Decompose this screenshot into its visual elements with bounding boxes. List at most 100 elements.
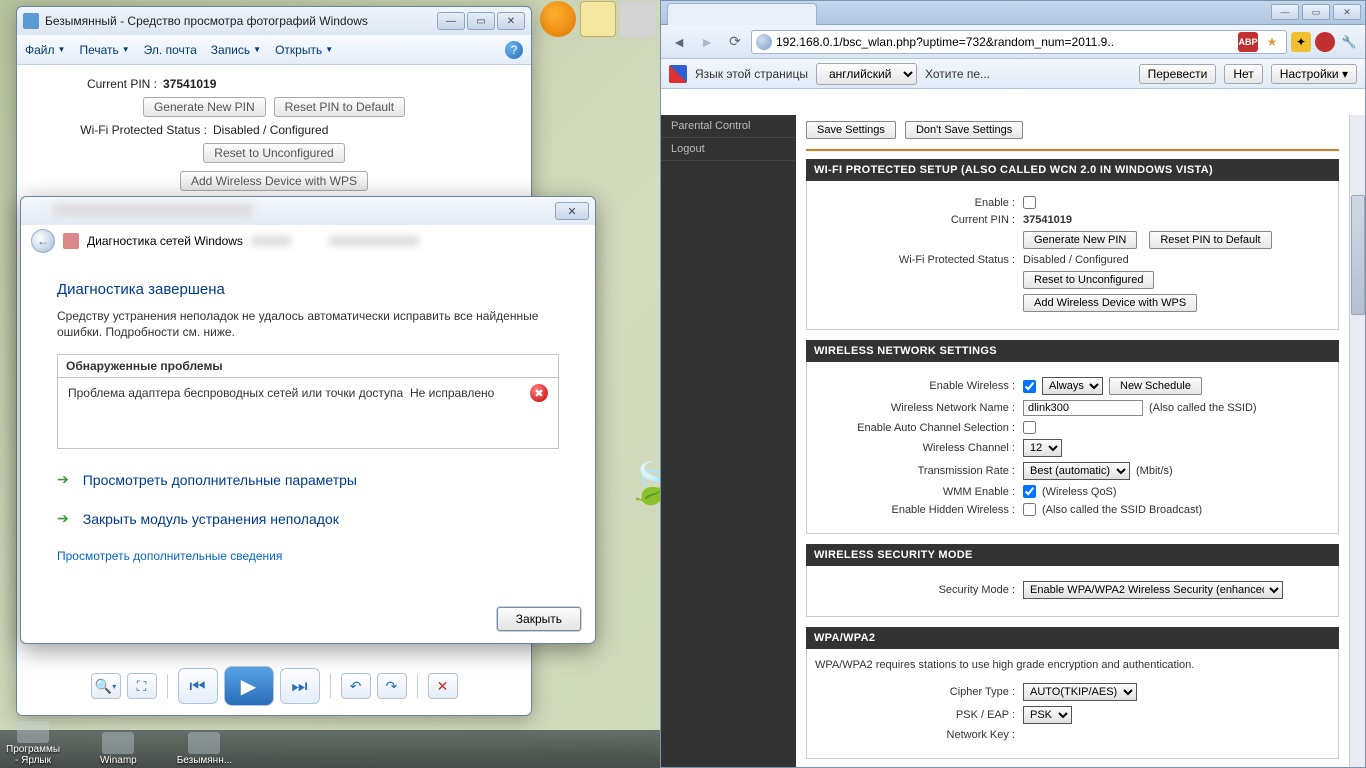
- menu-file[interactable]: Файл▼: [25, 43, 65, 57]
- enable-wireless-label: Enable Wireless :: [815, 380, 1015, 392]
- new-schedule-button[interactable]: New Schedule: [1109, 377, 1202, 395]
- tx-note: (Mbit/s): [1136, 465, 1173, 477]
- notes-icon[interactable]: [580, 1, 616, 37]
- add-wps-device-button[interactable]: Add Wireless Device with WPS: [180, 171, 368, 191]
- next-button[interactable]: ⏭: [280, 668, 320, 704]
- problems-box: Обнаруженные проблемы Проблема адаптера …: [57, 354, 559, 449]
- titlebar[interactable]: ✕: [21, 197, 595, 225]
- blurred-text: [251, 236, 291, 246]
- minimize-button[interactable]: —: [1271, 4, 1299, 20]
- bookmark-icon[interactable]: ★: [1262, 32, 1282, 52]
- maximize-button[interactable]: ▭: [1302, 4, 1330, 20]
- psk-eap-select[interactable]: PSK: [1023, 706, 1072, 724]
- cipher-select[interactable]: AUTO(TKIP/AES): [1023, 683, 1137, 701]
- abp-icon[interactable]: ABP: [1238, 32, 1258, 52]
- translate-button[interactable]: Перевести: [1139, 64, 1217, 84]
- prev-button[interactable]: ⏮: [178, 668, 218, 704]
- settings-button[interactable]: Настройки ▾: [1271, 64, 1357, 84]
- rotate-ccw-button[interactable]: ↶: [341, 673, 371, 699]
- hidden-note: (Also called the SSID Broadcast): [1042, 504, 1202, 516]
- close-button[interactable]: ✕: [497, 12, 525, 30]
- wrench-icon[interactable]: 🔧: [1339, 32, 1359, 52]
- forward-button[interactable]: ►: [695, 30, 719, 54]
- extension-icon[interactable]: ✦: [1291, 32, 1311, 52]
- tx-rate-select[interactable]: Best (automatic): [1023, 462, 1130, 480]
- close-dialog-button[interactable]: Закрыть: [497, 607, 581, 631]
- blurred-text: [329, 236, 419, 246]
- menu-burn[interactable]: Запись▼: [211, 43, 261, 57]
- minimize-button[interactable]: —: [437, 12, 465, 30]
- wpa-description: WPA/WPA2 requires stations to use high g…: [815, 659, 1330, 671]
- close-button[interactable]: ✕: [1333, 4, 1361, 20]
- wmm-label: WMM Enable :: [815, 486, 1015, 498]
- wireless-section-header: WIRELESS NETWORK SETTINGS: [806, 340, 1339, 362]
- security-mode-select[interactable]: Enable WPA/WPA2 Wireless Security (enhan…: [1023, 581, 1283, 599]
- reset-unconfigured-button[interactable]: Reset to Unconfigured: [203, 143, 344, 163]
- dont-save-button[interactable]: Don't Save Settings: [905, 121, 1023, 139]
- nav-bar: ← Диагностика сетей Windows: [21, 225, 595, 257]
- add-wps-device-button[interactable]: Add Wireless Device with WPS: [1023, 294, 1197, 312]
- description: Средству устранения неполадок не удалось…: [57, 308, 559, 340]
- back-button[interactable]: ←: [31, 229, 55, 253]
- enable-wireless-checkbox[interactable]: [1023, 380, 1036, 393]
- hidden-checkbox[interactable]: [1023, 503, 1036, 516]
- menu-email[interactable]: Эл. почта: [144, 43, 197, 57]
- window-title: Безымянный - Средство просмотра фотограф…: [45, 14, 368, 28]
- reset-pin-button[interactable]: Reset PIN to Default: [274, 97, 405, 117]
- browser-tab[interactable]: [667, 3, 817, 25]
- close-troubleshooter-link[interactable]: ➔ Закрыть модуль устранения неполадок: [57, 510, 559, 527]
- diagnostics-icon: [63, 233, 79, 249]
- channel-label: Wireless Channel :: [815, 442, 1015, 454]
- delete-button[interactable]: ✕: [428, 673, 458, 699]
- hidden-label: Enable Hidden Wireless :: [815, 504, 1015, 516]
- titlebar[interactable]: Безымянный - Средство просмотра фотограф…: [17, 7, 531, 35]
- scrollbar-thumb[interactable]: [1351, 195, 1365, 315]
- extension-icon[interactable]: [1315, 32, 1335, 52]
- schedule-select[interactable]: Always: [1042, 377, 1103, 395]
- fit-button[interactable]: ⛶: [127, 673, 157, 699]
- details-link[interactable]: Просмотреть дополнительные сведения: [57, 549, 559, 563]
- auto-channel-checkbox[interactable]: [1023, 421, 1036, 434]
- save-settings-button[interactable]: Save Settings: [806, 121, 896, 139]
- reload-button[interactable]: ⟳: [723, 30, 747, 54]
- back-button[interactable]: ◄: [667, 30, 691, 54]
- explore-options-link[interactable]: ➔ Просмотреть дополнительные параметры: [57, 471, 559, 488]
- reset-unconfigured-button[interactable]: Reset to Unconfigured: [1023, 271, 1154, 289]
- help-icon[interactable]: ?: [505, 41, 523, 59]
- desktop-icon-winamp[interactable]: Winamp: [100, 732, 137, 766]
- problems-header: Обнаруженные проблемы: [58, 355, 558, 378]
- psk-eap-label: PSK / EAP :: [815, 709, 1015, 721]
- ssid-input[interactable]: [1023, 400, 1143, 416]
- security-section-header: WIRELESS SECURITY MODE: [806, 544, 1339, 566]
- reset-pin-button[interactable]: Reset PIN to Default: [1149, 231, 1271, 249]
- desktop-icon-untitled[interactable]: Безымянн...: [177, 732, 232, 766]
- generate-pin-button[interactable]: Generate New PIN: [143, 97, 266, 117]
- address-bar[interactable]: 192.168.0.1/bsc_wlan.php?uptime=732&rand…: [751, 30, 1287, 54]
- problem-status: Не исправлено: [410, 386, 530, 400]
- maximize-button[interactable]: ▭: [467, 12, 495, 30]
- aimp-icon[interactable]: [540, 1, 576, 37]
- wps-status-label: Wi-Fi Protected Status :: [37, 123, 207, 137]
- sidebar-item-parental[interactable]: Parental Control: [661, 115, 796, 138]
- channel-select[interactable]: 12: [1023, 439, 1062, 457]
- globe-icon: [756, 34, 772, 50]
- language-select[interactable]: английский: [816, 63, 917, 85]
- zoom-button[interactable]: 🔍▾: [91, 673, 121, 699]
- scrollbar[interactable]: [1349, 115, 1365, 767]
- security-mode-label: Security Mode :: [815, 584, 1015, 596]
- rotate-cw-button[interactable]: ↷: [377, 673, 407, 699]
- url-text: 192.168.0.1/bsc_wlan.php?uptime=732&rand…: [776, 35, 1234, 49]
- slideshow-button[interactable]: ▶: [224, 666, 274, 706]
- desktop-icon-programs[interactable]: Программы - Ярлык: [6, 721, 60, 766]
- app-icon[interactable]: [620, 1, 656, 37]
- no-button[interactable]: Нет: [1224, 64, 1262, 84]
- desktop-icons: Программы - Ярлык Winamp Безымянн...: [0, 730, 660, 768]
- wmm-checkbox[interactable]: [1023, 485, 1036, 498]
- sidebar-item-logout[interactable]: Logout: [661, 138, 796, 161]
- close-button[interactable]: ✕: [555, 202, 589, 220]
- generate-pin-button[interactable]: Generate New PIN: [1023, 231, 1137, 249]
- enable-checkbox[interactable]: [1023, 196, 1036, 209]
- menu-print[interactable]: Печать▼: [79, 43, 129, 57]
- sidebar: Parental Control Logout: [661, 115, 796, 767]
- menu-open[interactable]: Открыть▼: [275, 43, 333, 57]
